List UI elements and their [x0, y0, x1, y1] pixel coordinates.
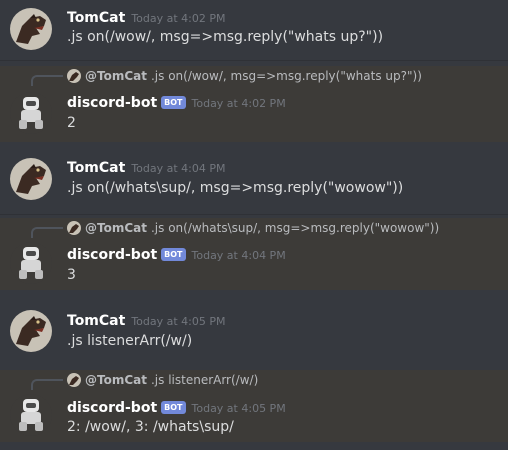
reply-spine [31, 75, 63, 86]
divider [0, 214, 508, 215]
message-timestamp: Today at 4:02 PM [131, 12, 226, 25]
reply-avatar [67, 373, 81, 387]
author-name[interactable]: discord-bot [67, 95, 157, 111]
message-bot-reply: @TomCat .js on(/whats\sup/, msg=>msg.repl… [0, 218, 508, 290]
tomcat-avatar[interactable] [10, 310, 52, 352]
message-timestamp: Today at 4:04 PM [131, 162, 226, 175]
message-timestamp: Today at 4:05 PM [131, 315, 226, 328]
bot-avatar[interactable] [10, 394, 52, 436]
author-name[interactable]: discord-bot [67, 247, 157, 263]
message-bot-reply: @TomCat .js listenerArr(/w/) discord-bot B… [0, 370, 508, 442]
reply-author[interactable]: @TomCat [85, 221, 147, 235]
message-content: 2: /wow/, 3: /whats\sup/ [67, 419, 234, 435]
bot-tag: BOT [161, 248, 186, 261]
tomcat-avatar[interactable] [10, 8, 52, 50]
chat-messages: TomCat Today at 4:02 PM .js on(/wow/, msg… [0, 0, 508, 450]
reply-preview[interactable]: @TomCat .js on(/whats\sup/, msg=>msg.repl… [67, 221, 439, 237]
bot-tag: BOT [161, 401, 186, 414]
reply-text: .js on(/whats\sup/, msg=>msg.reply("wowo… [150, 221, 440, 235]
message-content: 2 [67, 115, 76, 131]
reply-avatar [67, 69, 81, 83]
message-content: 3 [67, 267, 76, 283]
reply-spine [31, 379, 63, 390]
bot-tag: BOT [161, 96, 186, 109]
author-name[interactable]: TomCat [67, 313, 125, 329]
message-content: .js on(/wow/, msg=>msg.reply("whats up?"… [67, 29, 384, 45]
reply-author[interactable]: @TomCat [85, 69, 147, 83]
bot-avatar[interactable] [10, 92, 52, 134]
author-name[interactable]: TomCat [67, 10, 125, 26]
message-user: TomCat Today at 4:04 PM .js on(/whats\sup… [0, 150, 508, 214]
message-user: TomCat Today at 4:05 PM .js listenerArr(/… [0, 302, 508, 364]
reply-author[interactable]: @TomCat [85, 373, 147, 387]
message-timestamp: Today at 4:05 PM [191, 402, 286, 415]
tomcat-avatar[interactable] [10, 158, 52, 200]
message-content: .js on(/whats\sup/, msg=>msg.reply("wowo… [67, 180, 404, 196]
message-timestamp: Today at 4:02 PM [191, 97, 286, 110]
reply-text: .js on(/wow/, msg=>msg.reply("whats up?"… [150, 69, 422, 83]
reply-preview[interactable]: @TomCat .js listenerArr(/w/) [67, 373, 258, 389]
reply-text: .js listenerArr(/w/) [150, 373, 259, 387]
bot-avatar[interactable] [10, 242, 52, 284]
divider [0, 60, 508, 61]
author-name[interactable]: TomCat [67, 160, 125, 176]
message-timestamp: Today at 4:04 PM [191, 249, 286, 262]
reply-avatar [67, 221, 81, 235]
reply-spine [31, 227, 63, 238]
author-name[interactable]: discord-bot [67, 400, 157, 416]
message-content: .js listenerArr(/w/) [67, 333, 193, 349]
message-user: TomCat Today at 4:02 PM .js on(/wow/, msg… [0, 0, 508, 60]
reply-preview[interactable]: @TomCat .js on(/wow/, msg=>msg.reply("wha… [67, 69, 422, 85]
message-bot-reply: @TomCat .js on(/wow/, msg=>msg.reply("wha… [0, 66, 508, 142]
